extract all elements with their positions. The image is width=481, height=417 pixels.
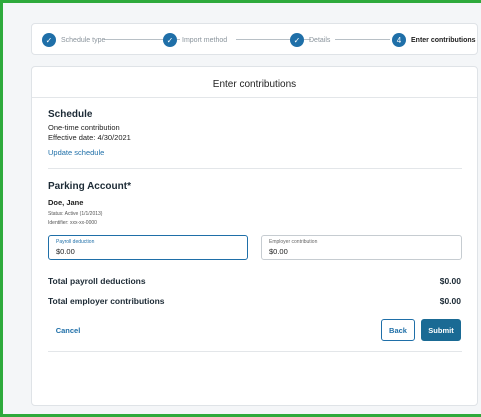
step-schedule-type[interactable]: ✓ Schedule type: [42, 32, 105, 48]
step-label: Schedule type: [61, 36, 106, 44]
schedule-type: One-time contribution: [48, 123, 120, 132]
participant-status: Status: Active (1/1/2013): [48, 211, 103, 217]
payroll-deduction-label: Payroll deduction: [56, 239, 95, 245]
employer-contribution-field[interactable]: Employer contribution: [261, 235, 462, 260]
step-label: Details: [309, 36, 331, 44]
divider: [48, 168, 462, 169]
app-frame: ✓ Schedule type ✓ Import method ✓ Detail…: [0, 0, 481, 417]
cancel-button[interactable]: Cancel: [48, 319, 88, 341]
submit-button[interactable]: Submit: [421, 319, 461, 341]
schedule-heading: Schedule: [48, 109, 93, 120]
page-title: Enter contributions: [212, 79, 297, 90]
participant-name: Doe, Jane: [48, 198, 84, 207]
participant-identifier: Identifier: xxx-xx-0000: [48, 220, 97, 226]
check-icon: ✓: [163, 33, 177, 47]
step-number: 4: [392, 33, 406, 47]
step-label: Enter contributions: [411, 36, 476, 44]
contributions-card: Enter contributions Schedule One-time co…: [31, 66, 478, 406]
update-schedule-link[interactable]: Update schedule: [48, 148, 104, 157]
payroll-deduction-field[interactable]: Payroll deduction: [48, 235, 248, 260]
check-icon: ✓: [42, 33, 56, 47]
payroll-deduction-input[interactable]: [56, 247, 236, 256]
back-button[interactable]: Back: [381, 319, 415, 341]
progress-stepper: ✓ Schedule type ✓ Import method ✓ Detail…: [31, 23, 478, 55]
check-icon: ✓: [290, 33, 304, 47]
total-employer-value: $0.00: [439, 296, 461, 306]
account-heading: Parking Account*: [48, 181, 131, 192]
step-label: Import method: [182, 36, 228, 44]
total-payroll-value: $0.00: [439, 276, 461, 286]
total-employer-label: Total employer contributions: [48, 296, 165, 306]
effective-date: Effective date: 4/30/2021: [48, 133, 131, 142]
stepper-connector: [335, 39, 390, 40]
divider: [48, 351, 462, 352]
divider: [32, 97, 477, 98]
step-details[interactable]: ✓ Details: [290, 32, 330, 48]
employer-contribution-input[interactable]: [269, 247, 449, 256]
total-payroll-label: Total payroll deductions: [48, 276, 146, 286]
step-enter-contributions: 4 Enter contributions: [392, 32, 476, 48]
employer-contribution-label: Employer contribution: [269, 239, 318, 245]
step-import-method[interactable]: ✓ Import method: [163, 32, 227, 48]
